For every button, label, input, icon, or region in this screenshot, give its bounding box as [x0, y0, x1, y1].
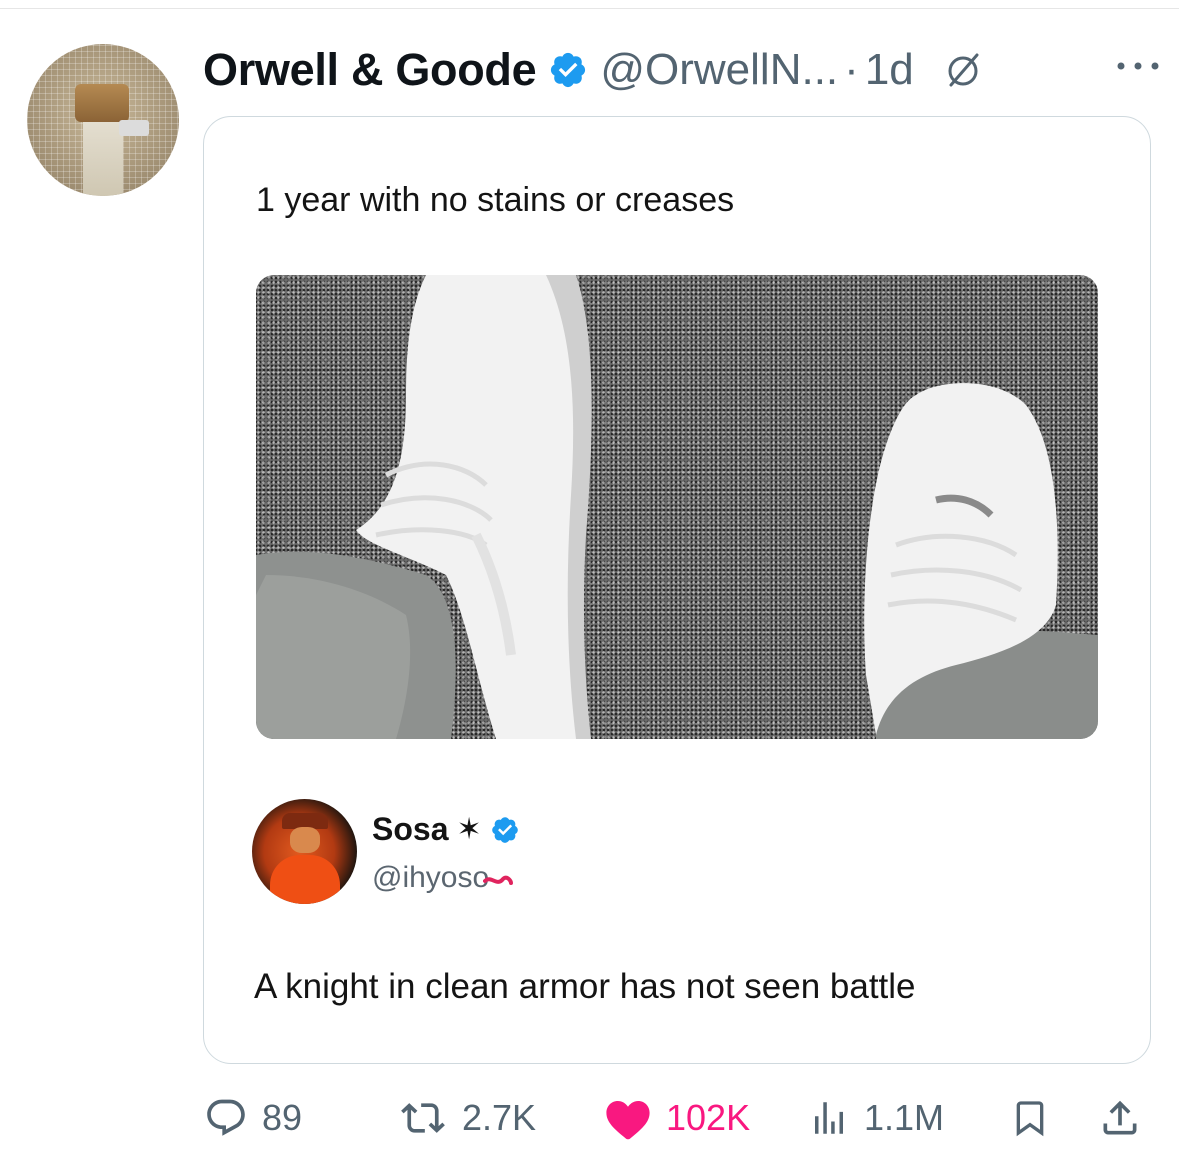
- sneakers-illustration: [256, 275, 1098, 739]
- repost-count: 2.7K: [462, 1097, 537, 1138]
- like-button[interactable]: 102K: [604, 1080, 750, 1156]
- share-icon: [1103, 1100, 1137, 1135]
- image-caption: 1 year with no stains or creases: [256, 181, 735, 219]
- action-bar: 89 2.7K 102K 1.1M: [0, 1080, 1179, 1160]
- star-icon: ✶: [456, 813, 482, 846]
- red-scribble-icon: [483, 875, 514, 885]
- bookmark-icon: [1016, 1101, 1044, 1137]
- grok-icon[interactable]: [944, 50, 984, 90]
- quote-verified-badge-icon: [491, 816, 518, 843]
- views-count: 1.1M: [864, 1097, 945, 1138]
- share-button[interactable]: [1098, 1080, 1142, 1156]
- quote-name-row: Sosa ✶: [372, 811, 520, 848]
- reply-button[interactable]: 89: [204, 1080, 302, 1156]
- top-divider: [0, 8, 1179, 9]
- more-options-icon[interactable]: [1113, 54, 1163, 78]
- quote-author-name: Sosa: [372, 811, 449, 847]
- repost-button[interactable]: 2.7K: [398, 1080, 536, 1156]
- like-count: 102K: [666, 1097, 751, 1138]
- quote-author-handle: @ihyoso: [372, 861, 490, 894]
- avatar-cat-head: [75, 84, 129, 122]
- avatar-cat-sock: [119, 120, 149, 136]
- reply-count: 89: [262, 1097, 303, 1138]
- embedded-image-card[interactable]: 1 year with no stains or creases Sosa ✶ …: [203, 116, 1151, 1064]
- separator-dot: ·: [844, 45, 859, 94]
- repost-icon: [401, 1103, 445, 1133]
- quote-avatar-face: [290, 827, 320, 853]
- bookmark-button[interactable]: [1010, 1080, 1050, 1156]
- sneakers-photo[interactable]: [256, 275, 1098, 739]
- quote-text: A knight in clean armor has not seen bat…: [254, 967, 916, 1006]
- reply-icon: [207, 1099, 245, 1136]
- views-button[interactable]: 1.1M: [808, 1080, 944, 1156]
- quote-avatar-shirt: [270, 855, 340, 904]
- post-header: Orwell & Goode @OrwellN... · 1d: [203, 40, 1163, 100]
- like-icon: [606, 1101, 650, 1140]
- author-name[interactable]: Orwell & Goode: [203, 44, 537, 96]
- author-handle[interactable]: @OrwellN...: [600, 45, 838, 95]
- quote-author-avatar: [252, 799, 357, 904]
- author-avatar[interactable]: [27, 44, 179, 196]
- views-icon: [815, 1102, 843, 1134]
- quote-handle-row: @ihyoso: [372, 861, 514, 895]
- post-time[interactable]: 1d: [865, 45, 914, 95]
- verified-badge-icon: [551, 52, 586, 88]
